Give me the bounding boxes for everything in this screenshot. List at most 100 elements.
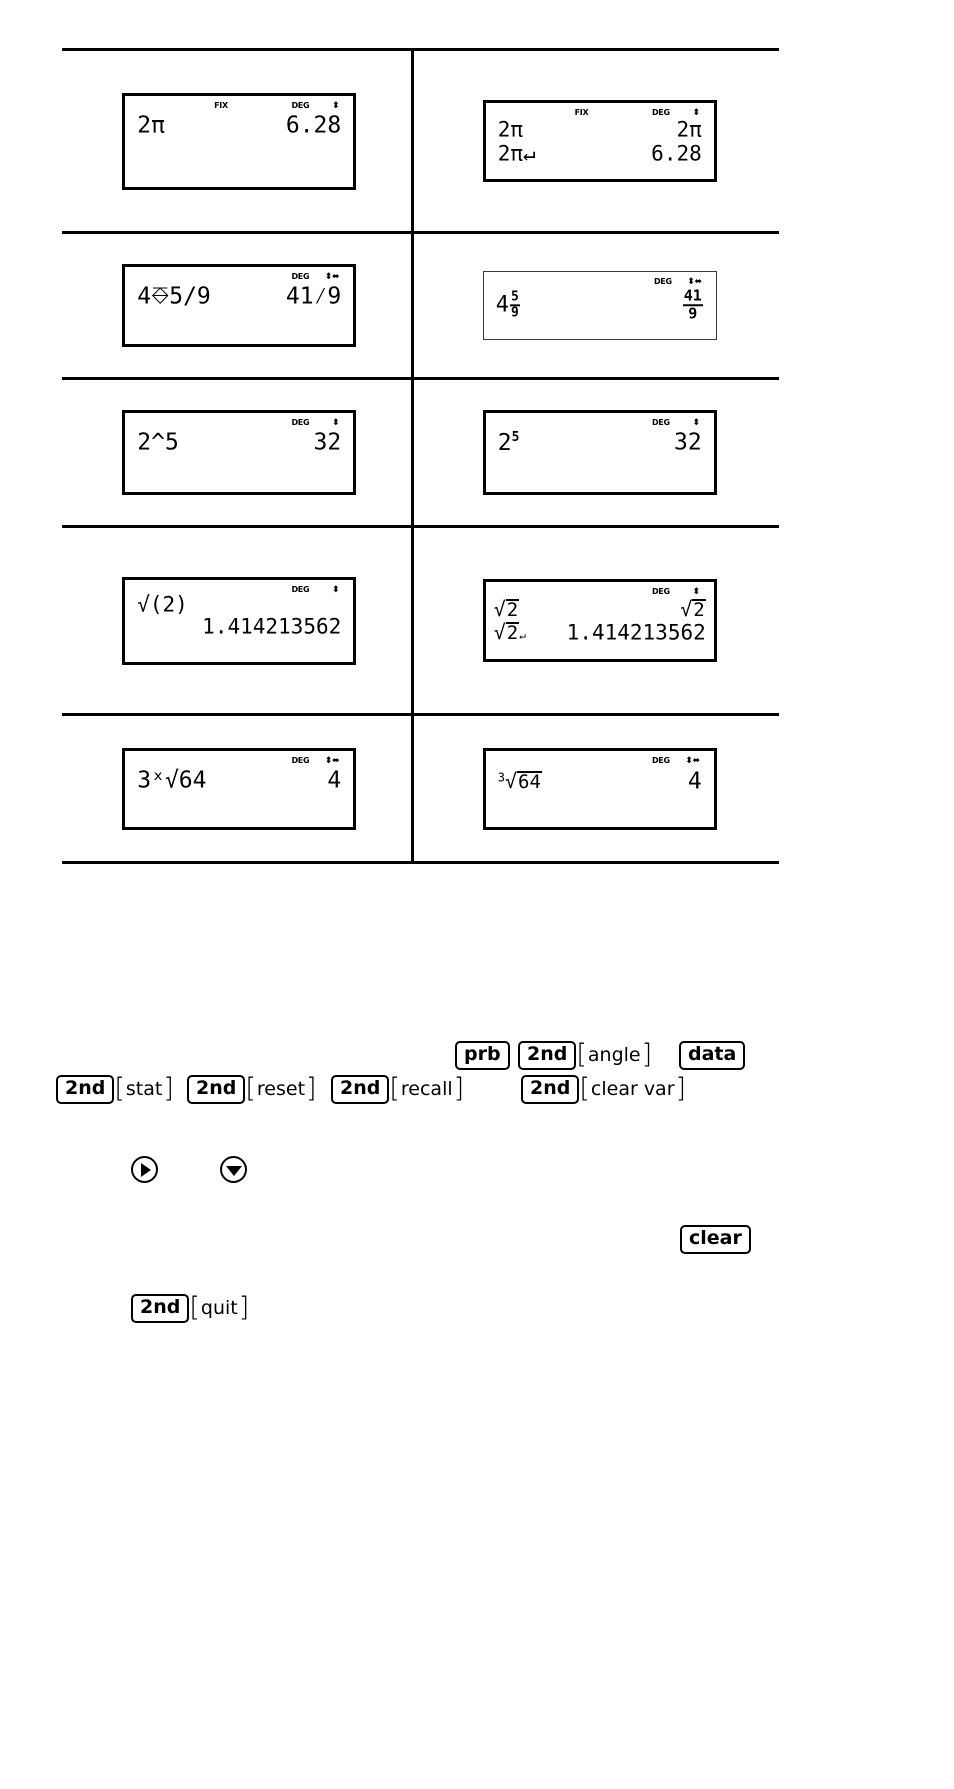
key-combo-2nd-recall[interactable]: 2nd [recall]	[331, 1075, 464, 1104]
screen-line: √(2)	[137, 594, 341, 616]
result-text: 1.414213562	[566, 620, 706, 644]
screen-line: 3 √ 64 4	[498, 769, 702, 795]
entry-text: 4⎑5/9	[137, 283, 211, 310]
screen-line: 4⎑5/9 41⁄9	[137, 284, 341, 310]
clear-key[interactable]: clear	[680, 1225, 751, 1254]
table-row: FIX DEG ⬍ 2π 6.28 FIX DEG ⬍ 2π 2π 2π↵ 6.…	[62, 51, 779, 231]
second-key[interactable]: 2nd	[331, 1075, 390, 1104]
result-denominator: 9	[688, 304, 698, 322]
deg-indicator: DEG	[653, 277, 672, 286]
screen-body: √(2) 1.414213562	[137, 594, 341, 658]
screen-body: 25 32	[498, 430, 702, 488]
root-index: 3	[497, 770, 505, 785]
second-key[interactable]: 2nd	[518, 1041, 577, 1070]
calculator-screen-mathprint: DEG ⬍ √ 2 √ 2 √ 2 ↵ 1.414213562	[482, 579, 717, 662]
updown-indicator: ⬍⬌	[685, 755, 700, 766]
clear-var-key[interactable]: [clear var]	[579, 1075, 686, 1102]
key-combo-2nd-stat[interactable]: 2nd [stat]	[56, 1075, 174, 1104]
mixed-numerator: 5	[510, 289, 520, 306]
key-combo-2nd-reset[interactable]: 2nd [reset]	[187, 1075, 317, 1104]
radical-sign-icon: √	[493, 596, 506, 621]
table-row: DEG ⬍ 2^5 32 DEG ⬍ 25 32	[62, 380, 779, 525]
calculator-screen-mathprint: DEG ⬍⬌ 4 5 9 41 9	[482, 271, 717, 340]
screen-body: 2^5 32	[137, 430, 341, 488]
mathprint-cell: DEG ⬍ 25 32	[421, 380, 780, 525]
mixed-denominator: 9	[511, 305, 519, 320]
key-combo-2nd-angle[interactable]: 2nd [angle]	[518, 1041, 652, 1070]
mathprint-cell: DEG ⬍⬌ 3 √ 64 4	[421, 716, 780, 861]
second-key[interactable]: 2nd	[187, 1075, 246, 1104]
down-arrow-icon[interactable]	[220, 1156, 247, 1183]
calculator-screen-classic: DEG ⬍ 2^5 32	[122, 410, 357, 495]
right-arrow-icon[interactable]	[131, 1156, 158, 1183]
updown-indicator: ⬍	[692, 587, 701, 597]
table-row: DEG ⬍⬌ 3ˣ√64 4 DEG ⬍⬌ 3 √ 64 4	[62, 716, 779, 861]
classic-cell: DEG ⬍⬌ 3ˣ√64 4	[62, 716, 421, 861]
screen-body: 4⎑5/9 41⁄9	[137, 284, 341, 340]
indicator-row: DEG ⬍⬌	[125, 271, 353, 283]
screen-body: 4 5 9 41 9	[495, 287, 704, 335]
updown-indicator: ⬍⬌	[324, 755, 340, 766]
mixed-whole: 4	[495, 292, 509, 317]
screen-line: 3ˣ√64 4	[137, 768, 341, 794]
table-row: DEG ⬍ √(2) 1.414213562 DEG ⬍ √ 2 √ 2 √ 2…	[62, 528, 779, 713]
screen-body: √ 2 √ 2 √ 2 ↵ 1.414213562	[494, 598, 706, 655]
mathprint-cell: FIX DEG ⬍ 2π 2π 2π↵ 6.28	[421, 51, 780, 231]
quit-key[interactable]: [quit]	[189, 1294, 249, 1321]
radicand: 2	[505, 621, 520, 644]
indicator-row: DEG ⬍	[486, 417, 714, 429]
calculator-screen-classic: DEG ⬍⬌ 3ˣ√64 4	[122, 747, 357, 830]
result-text: 4	[687, 768, 702, 794]
table-bottom-border	[62, 861, 779, 864]
result-sqrt: √ 2	[680, 598, 706, 621]
entry-cube-root: 3 √ 64	[497, 770, 542, 793]
screen-body: 2π 2π 2π↵ 6.28	[498, 118, 702, 175]
prb-key[interactable]: prb	[455, 1041, 510, 1070]
screen-line: √ 2 √ 2	[494, 598, 706, 621]
entry-text: 2π	[137, 112, 165, 138]
key-combo-data[interactable]: data	[679, 1041, 746, 1070]
key-combo-prb[interactable]: prb	[455, 1041, 510, 1070]
result-text: 1.414213562	[202, 614, 342, 638]
entry-text: 2^5	[137, 429, 179, 456]
calculator-screen-mathprint: DEG ⬍⬌ 3 √ 64 4	[482, 747, 717, 830]
entry-sqrt-history: √ 2 ↵	[494, 621, 526, 644]
key-combo-2nd-quit[interactable]: 2nd [quit]	[131, 1294, 249, 1323]
result-text: 6.28	[651, 141, 702, 166]
display-mode-comparison-table: FIX DEG ⬍ 2π 6.28 FIX DEG ⬍ 2π 2π 2π↵ 6.…	[62, 48, 779, 864]
result-text: 41⁄9	[285, 283, 342, 310]
data-key[interactable]: data	[679, 1041, 746, 1070]
power-base: 2	[497, 429, 512, 456]
fix-indicator: FIX	[214, 100, 228, 110]
stat-key[interactable]: [stat]	[114, 1075, 174, 1102]
second-key[interactable]: 2nd	[521, 1075, 580, 1104]
deg-indicator: DEG	[291, 755, 310, 765]
deg-indicator: DEG	[651, 755, 670, 765]
screen-line: √ 2 ↵ 1.414213562	[494, 621, 706, 644]
reset-key[interactable]: [reset]	[245, 1075, 316, 1102]
result-text: 32	[313, 429, 342, 456]
screen-line: 25 32	[498, 430, 702, 456]
second-key[interactable]: 2nd	[56, 1075, 115, 1104]
entry-sqrt: √ 2	[493, 596, 520, 621]
recall-key[interactable]: [recall]	[389, 1075, 464, 1102]
calculator-screen-classic: DEG ⬍⬌ 4⎑5/9 41⁄9	[122, 264, 357, 347]
radicand: 64	[517, 770, 542, 793]
updown-indicator: ⬍	[332, 418, 340, 428]
down-arrow-key[interactable]	[220, 1156, 247, 1183]
indicator-row: FIX DEG ⬍	[125, 100, 353, 112]
key-combo-2nd-clear-var[interactable]: 2nd [clear var]	[521, 1075, 686, 1104]
second-key[interactable]: 2nd	[131, 1294, 190, 1323]
entry-text-history: 2π↵	[497, 141, 536, 166]
updown-indicator: ⬍	[692, 418, 701, 428]
angle-key[interactable]: [angle]	[576, 1041, 652, 1068]
indicator-row: DEG ⬍	[125, 417, 353, 429]
radicand: 2	[692, 598, 706, 621]
updown-indicator: ⬍⬌	[324, 272, 340, 282]
result-text: 32	[674, 429, 702, 456]
calculator-screen-classic: FIX DEG ⬍ 2π 6.28	[122, 92, 357, 190]
indicator-row: DEG ⬍⬌	[484, 276, 716, 288]
key-combo-clear[interactable]: clear	[680, 1225, 751, 1254]
right-arrow-key[interactable]	[131, 1156, 158, 1183]
deg-indicator: DEG	[291, 100, 310, 110]
